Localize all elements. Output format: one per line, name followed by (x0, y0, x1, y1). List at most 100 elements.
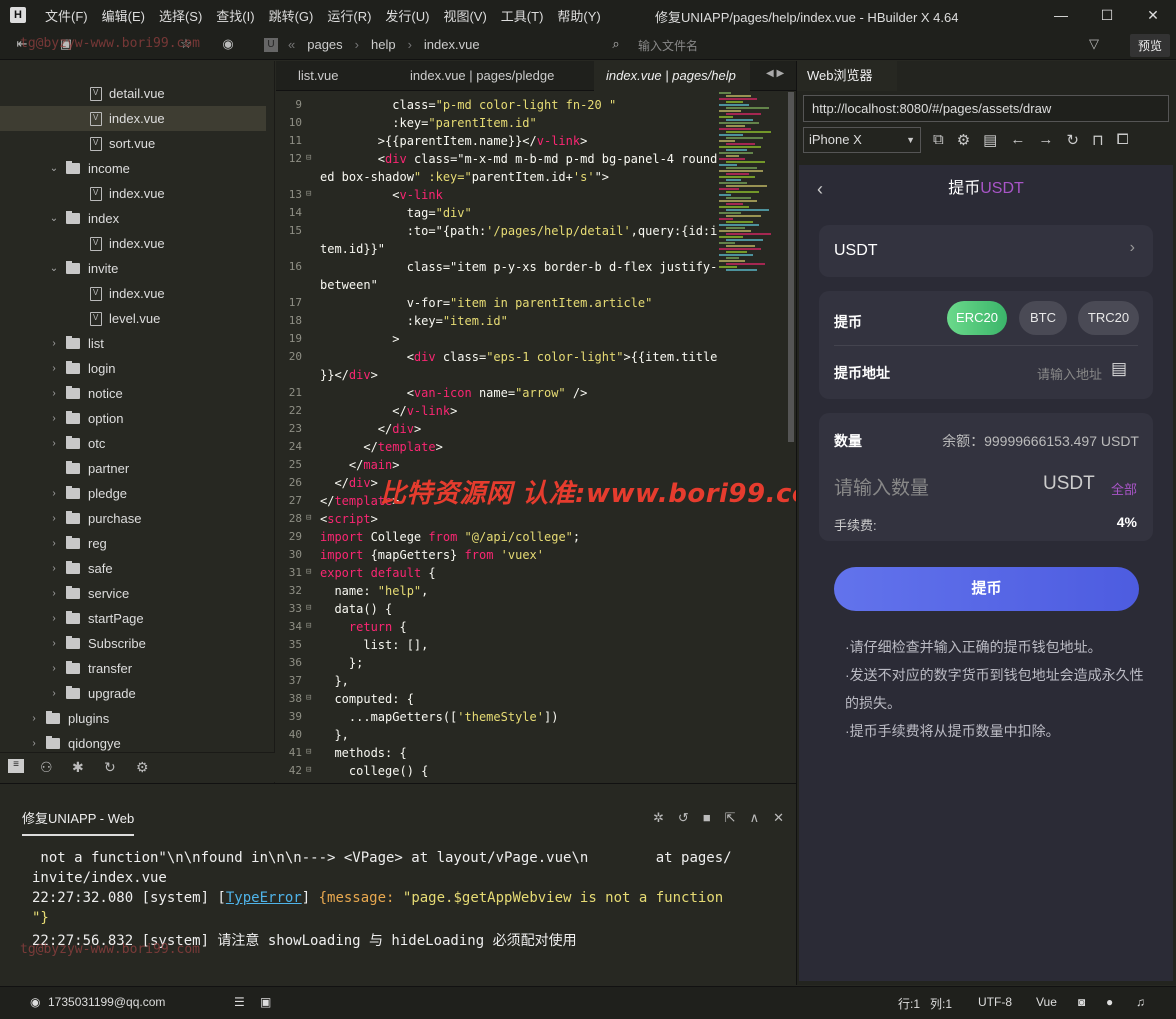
stop-icon[interactable]: ■ (703, 810, 711, 826)
terminal-icon[interactable]: ▣ (260, 995, 271, 1009)
breadcrumb-item[interactable]: index.vue (424, 37, 480, 52)
filter-icon[interactable]: ▽ (1086, 36, 1102, 52)
collapse-icon[interactable]: ∧ (750, 810, 760, 826)
tree-file[interactable]: index.vue (0, 281, 266, 306)
tree-folder[interactable]: › upgrade (0, 681, 266, 706)
project-manager-icon[interactable]: ≡ (8, 759, 24, 773)
tab-scroll-icon[interactable]: ◀ ▶ (766, 68, 784, 79)
chevron-right-icon[interactable]: › (48, 338, 60, 349)
maximize-button[interactable]: ☐ (1084, 0, 1130, 30)
chevron-down-icon[interactable]: ⌄ (48, 163, 60, 174)
coin-select[interactable]: USDT › (819, 225, 1153, 277)
tree-file[interactable]: detail.vue (0, 81, 266, 106)
url-bar[interactable]: http://localhost:8080/#/pages/assets/dra… (803, 95, 1169, 122)
menu-item[interactable]: 发行(U) (378, 6, 436, 25)
chevron-down-icon[interactable]: ⌄ (48, 213, 60, 224)
menu-item[interactable]: 选择(S) (152, 6, 209, 25)
export-icon[interactable]: ⇱ (725, 810, 736, 826)
chevron-right-icon[interactable]: › (48, 563, 60, 574)
tab-help-index[interactable]: index.vue | pages/help (594, 61, 750, 91)
editor-scrollbar[interactable] (788, 92, 794, 442)
debug-icon[interactable]: ✲ (653, 810, 664, 826)
refresh-icon[interactable]: ↻ (1066, 131, 1079, 149)
menu-item[interactable]: 运行(R) (320, 6, 378, 25)
tree-folder[interactable]: › notice (0, 381, 266, 406)
tree-folder[interactable]: › safe (0, 556, 266, 581)
tree-folder[interactable]: › startPage (0, 606, 266, 631)
chain-trc20-button[interactable]: TRC20 (1078, 301, 1139, 335)
minimize-button[interactable]: — (1038, 0, 1084, 30)
fold-icon[interactable]: ⊟ (306, 747, 311, 757)
tree-file[interactable]: index.vue (0, 231, 266, 256)
chevron-right-icon[interactable]: › (48, 538, 60, 549)
tree-file[interactable]: index.vue (0, 181, 266, 206)
tree-folder[interactable]: ⌄ invite (0, 256, 266, 281)
all-button[interactable]: 全部 (1111, 479, 1137, 498)
browser-tab[interactable]: Web浏览器✕ (797, 61, 897, 113)
preview-button[interactable]: 预览 (1129, 34, 1170, 57)
tree-folder[interactable]: ⌄ income (0, 156, 266, 181)
chevron-right-icon[interactable]: › (48, 388, 60, 399)
chain-erc20-button[interactable]: ERC20 (947, 301, 1007, 335)
forward-icon[interactable]: → (1038, 131, 1053, 149)
plugin-icon[interactable]: ⚙ (136, 759, 149, 776)
tree-folder[interactable]: › purchase (0, 506, 266, 531)
tab-pledge-index[interactable]: index.vue | pages/pledge (398, 61, 578, 91)
breadcrumb-item[interactable]: help (371, 37, 396, 52)
tree-folder[interactable]: › plugins (0, 706, 266, 731)
menu-item[interactable]: 跳转(G) (262, 6, 321, 25)
devtools-icon[interactable]: ▤ (983, 131, 997, 149)
menu-item[interactable]: 工具(T) (494, 6, 551, 25)
tree-folder[interactable]: ⌄ index (0, 206, 266, 231)
back-arrow-icon[interactable]: ‹ (817, 165, 823, 213)
fold-icon[interactable]: ⊟ (306, 189, 311, 199)
fold-icon[interactable]: ⊟ (306, 765, 311, 775)
submit-button[interactable]: 提币 (834, 567, 1139, 611)
tree-folder[interactable]: › list (0, 331, 266, 356)
chevron-right-icon[interactable]: › (28, 738, 40, 749)
user-account[interactable]: 1735031199@qq.com (48, 995, 165, 1009)
binoculars-icon[interactable]: ⚇ (40, 759, 53, 776)
device-select[interactable]: iPhone X ▼ (803, 127, 921, 153)
fold-icon[interactable]: ⊟ (306, 603, 311, 613)
chevron-right-icon[interactable]: › (48, 438, 60, 449)
list-icon[interactable]: ☰ (234, 995, 245, 1009)
language-mode[interactable]: Vue (1036, 995, 1057, 1009)
chevron-right-icon[interactable]: › (48, 413, 60, 424)
file-search-input[interactable]: 输入文件名 (638, 37, 698, 54)
menu-item[interactable]: 查找(I) (209, 6, 261, 25)
chat-icon[interactable]: ◙ (1078, 995, 1085, 1009)
chevron-right-icon[interactable]: › (28, 713, 40, 724)
user-icon[interactable]: ◉ (30, 995, 40, 1009)
fold-icon[interactable]: ⊟ (306, 153, 311, 163)
amount-input[interactable]: 请输入数量 (834, 473, 929, 500)
back-icon[interactable]: ← (1010, 131, 1025, 149)
chevron-right-icon[interactable]: › (48, 688, 60, 699)
chevron-right-icon[interactable]: › (48, 663, 60, 674)
chevron-right-icon[interactable]: › (48, 513, 60, 524)
close-button[interactable]: ✕ (1130, 0, 1176, 30)
minimap[interactable] (719, 92, 779, 272)
chevron-right-icon[interactable]: › (48, 588, 60, 599)
tab-list-vue[interactable]: list.vue (286, 61, 396, 91)
run-icon[interactable]: ◉ (220, 36, 236, 52)
clear-icon[interactable]: ✕ (773, 810, 784, 826)
explorer-toggle-icon[interactable]: U (264, 38, 278, 52)
menu-item[interactable]: 帮助(Y) (550, 6, 607, 25)
chevron-right-icon[interactable]: › (48, 613, 60, 624)
menu-item[interactable]: 视图(V) (436, 6, 493, 25)
bug-icon[interactable]: ✱ (72, 759, 84, 776)
restart-icon[interactable]: ↺ (678, 810, 689, 826)
lock-icon[interactable]: ⊓ (1092, 131, 1104, 149)
typeerror-link[interactable]: TypeError (226, 890, 302, 906)
settings-icon[interactable]: ⚙ (957, 131, 970, 149)
tree-file[interactable]: index.vue (0, 106, 266, 131)
code-editor[interactable]: 9 class="p-md color-light fn-20 " 10 :key… (276, 92, 796, 782)
menu-item[interactable]: 文件(F) (38, 6, 95, 25)
fold-icon[interactable]: ⊟ (306, 693, 311, 703)
console-tab[interactable]: 修复UNIAPP - Web (22, 808, 135, 836)
tree-folder[interactable]: › pledge (0, 481, 266, 506)
breadcrumb-item[interactable]: pages (307, 37, 342, 52)
screenshot-icon[interactable]: ⧉ (933, 131, 944, 149)
tree-file[interactable]: level.vue (0, 306, 266, 331)
